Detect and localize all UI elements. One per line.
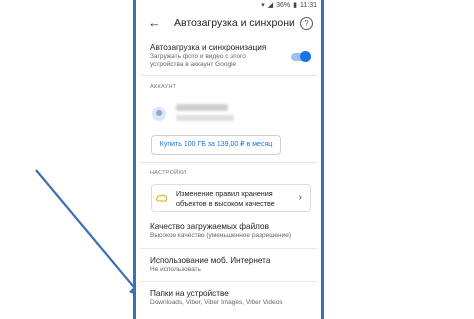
account-name-redacted — [176, 104, 228, 111]
settings-caption: НАСТРОЙКИ — [150, 170, 187, 176]
battery-icon: ▮ — [293, 2, 297, 9]
autoload-subtitle-1: Загружать фото и видео с этого — [150, 53, 246, 60]
back-arrow-icon[interactable]: ← — [148, 15, 161, 30]
buy-storage-button[interactable]: Купить 100 ГБ за 139,00 ₽ в месяц — [151, 135, 281, 155]
autoload-subtitle-2: устройства в аккаунт Google — [150, 61, 237, 68]
clock: 11:31 — [300, 1, 317, 9]
device-folders-setting[interactable]: Папки на устройстве Downloads, Viber, Vi… — [150, 289, 313, 307]
chevron-right-icon: › — [298, 192, 302, 203]
mobile-data-setting[interactable]: Использование моб. Интернета Не использо… — [150, 256, 313, 274]
mobile-title: Использование моб. Интернета — [150, 256, 271, 265]
cloud-icon — [156, 194, 168, 202]
battery-percent: 36% — [276, 1, 291, 9]
autoload-setting[interactable]: Автозагрузка и синхронизация Загружать ф… — [150, 43, 313, 69]
page-title: Автозагрузка и синхрони... — [174, 17, 294, 29]
divider — [140, 75, 317, 76]
card-line-1: Изменение правил хранения — [176, 189, 273, 198]
quality-title: Качество загружаемых файлов — [150, 222, 269, 231]
account-email-redacted — [176, 115, 234, 121]
card-line-2: объектов в высоком качестве — [176, 199, 275, 208]
phone-screen: ▾ ◢ 36% ▮ 11:31 ← Автозагрузка и синхрон… — [133, 0, 324, 319]
autoload-title: Автозагрузка и синхронизация — [150, 43, 267, 52]
storage-policy-card[interactable]: Изменение правил хранения объектов в выс… — [151, 184, 311, 212]
folders-title: Папки на устройстве — [150, 289, 229, 298]
app-bar: ← Автозагрузка и синхрони... ? — [136, 11, 321, 37]
divider — [140, 248, 317, 249]
help-icon[interactable]: ? — [300, 17, 313, 30]
folders-value: Downloads, Viber, Viber Images, Viber Vi… — [150, 299, 283, 306]
avatar — [152, 107, 166, 121]
autoload-toggle[interactable] — [291, 51, 311, 62]
signal-icon: ◢ — [267, 2, 274, 9]
quality-value: Высокое качество (уменьшенное разрешение… — [150, 232, 292, 239]
divider — [140, 162, 317, 163]
wifi-icon: ▾ — [261, 2, 265, 9]
account-caption: АККАУНТ — [150, 84, 177, 90]
upload-quality-setting[interactable]: Качество загружаемых файлов Высокое каче… — [150, 222, 313, 240]
mobile-value: Не использовать — [150, 266, 201, 273]
status-bar: ▾ ◢ 36% ▮ 11:31 — [136, 0, 321, 11]
divider — [140, 281, 317, 282]
